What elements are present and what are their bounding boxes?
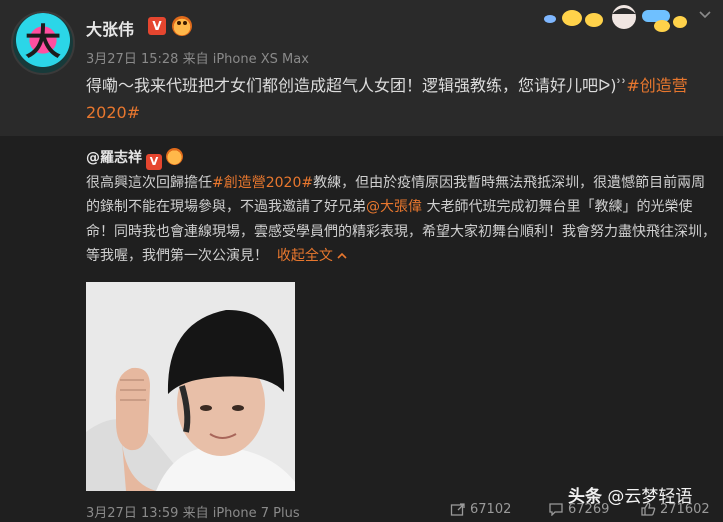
repost-hashtag-link[interactable]: #創造營2020# <box>212 175 313 191</box>
vip-icon <box>172 16 192 36</box>
reposted-card: @羅志祥 V 很高興這次回歸擔任#創造營2020#教練，但由於疫情原因我暫時無法飛… <box>0 136 723 522</box>
repost-text: @羅志祥 V 很高興這次回歸擔任#創造營2020#教練，但由於疫情原因我暫時無法飛… <box>86 146 716 269</box>
repost-author[interactable]: @羅志祥 <box>86 150 142 166</box>
post-device[interactable]: iPhone XS Max <box>213 52 309 67</box>
collapse-up-icon <box>337 252 347 259</box>
watermark-handle: @云梦轻语 <box>607 487 693 507</box>
post-photo[interactable] <box>86 282 295 491</box>
post-text: 得嘞～我来代班把才女们都创造成超气人女团！逻辑强教练，您请好儿吧ᐅ)ʾʾ#创造营… <box>86 72 716 126</box>
repost-device[interactable]: iPhone 7 Plus <box>213 506 300 521</box>
post-body: 得嘞～我来代班把才女们都创造成超气人女团！逻辑强教练，您请好儿吧ᐅ)ʾʾ <box>86 76 627 95</box>
post-timestamp[interactable]: 3月27日 15:28 <box>86 52 178 67</box>
repost-count: 67102 <box>470 502 512 517</box>
card-decoration-image <box>544 5 687 32</box>
source-prefix: 来自 <box>182 52 209 67</box>
collapse-label: 收起全文 <box>276 248 333 264</box>
repost-button[interactable]: 67102 <box>450 502 511 517</box>
post-meta: 3月27日 15:28 来自 iPhone XS Max <box>86 48 309 67</box>
repost-timestamp[interactable]: 3月27日 13:59 <box>86 506 178 521</box>
top-post-card: 大 大张伟 V 3月27日 15:28 来自 iPhone XS Max 得嘞～… <box>0 0 723 136</box>
repost-icon <box>450 503 465 516</box>
vip-icon <box>166 148 183 165</box>
chevron-down-icon[interactable] <box>698 8 712 22</box>
repost-body-1: 很高興這次回歸擔任 <box>86 174 212 191</box>
photo-illustration <box>86 282 295 491</box>
repost-source-prefix: 来自 <box>182 506 209 521</box>
comment-icon <box>549 503 563 517</box>
verified-icon: V <box>148 17 166 35</box>
author-avatar[interactable]: 大 <box>11 11 75 75</box>
verified-icon: V <box>146 154 162 170</box>
mention-link[interactable]: @大張偉 <box>366 199 422 215</box>
author-name[interactable]: 大张伟 <box>86 16 134 40</box>
watermark: 头条 @云梦轻语 <box>568 482 723 522</box>
collapse-button[interactable]: 收起全文 <box>277 248 347 264</box>
watermark-brand: 头条 <box>568 487 602 507</box>
repost-meta: 3月27日 13:59 来自 iPhone 7 Plus <box>86 502 300 521</box>
avatar-glyph: 大 <box>24 22 61 63</box>
